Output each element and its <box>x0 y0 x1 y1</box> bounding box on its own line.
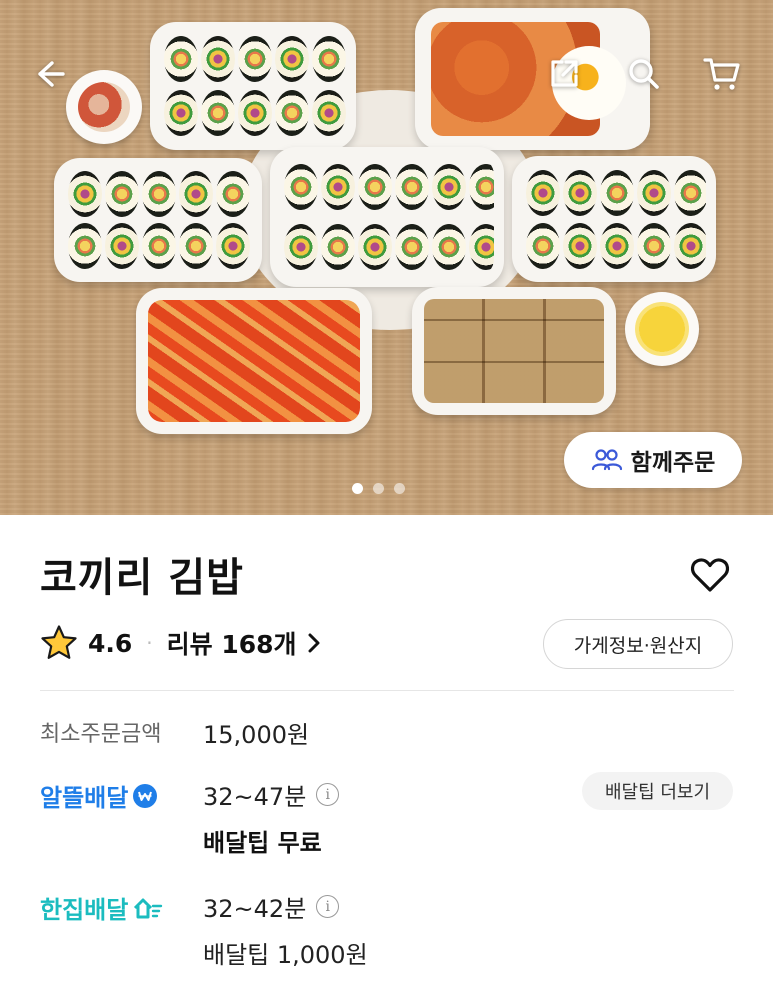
store-name: 코끼리 김밥 <box>40 555 244 601</box>
back-arrow-icon[interactable] <box>27 52 71 96</box>
delivery-option-single-badge: 한집배달 <box>40 890 163 925</box>
carousel-dot-1[interactable] <box>352 483 363 494</box>
food-plate-fried-dumplings <box>412 287 616 415</box>
cart-icon[interactable] <box>700 52 744 96</box>
carousel-dot-3[interactable] <box>394 483 405 494</box>
info-icon[interactable]: i <box>316 895 340 918</box>
delivery-option-single-time-row: 32~42분 i <box>203 889 340 924</box>
min-order-value: 15,000원 <box>203 721 310 749</box>
reviews-link[interactable]: 리뷰 168개 <box>167 625 321 661</box>
house-speed-icon <box>133 897 163 919</box>
reviews-label: 리뷰 168개 <box>166 630 297 659</box>
store-info-origin-button[interactable]: 가게정보·원산지 <box>543 619 733 669</box>
search-icon[interactable] <box>622 52 666 96</box>
delivery-option-single-fee: 배달팁 1,000원 <box>203 941 368 969</box>
separator-dot: · <box>146 631 153 655</box>
delivery-option-saver-time: 32~47분 <box>203 783 307 811</box>
delivery-option-single-time: 32~42분 <box>203 895 307 923</box>
delivery-tips-more-button[interactable]: 배달팁 더보기 <box>582 772 733 810</box>
people-group-icon <box>591 448 623 472</box>
saver-coin-icon <box>133 783 158 808</box>
food-plate-kimbap-right <box>512 156 716 282</box>
rating-row: 4.6 · 리뷰 168개 <box>40 620 321 666</box>
rating-score: 4.6 <box>88 628 133 658</box>
min-order-label: 최소주문금액 <box>40 722 162 747</box>
together-order-label: 함께주문 <box>630 450 716 476</box>
food-plate-kimbap-center <box>270 147 504 287</box>
delivery-option-saver-name: 알뜰배달 <box>40 784 129 812</box>
favorite-heart-icon[interactable] <box>686 553 734 597</box>
section-divider <box>40 690 734 691</box>
star-icon <box>40 624 78 662</box>
food-plate-kimbap-top <box>150 22 356 150</box>
chevron-right-icon <box>307 632 321 654</box>
food-plate-fried-rice <box>415 8 650 150</box>
carousel-indicator <box>352 483 405 494</box>
food-bowl-kimchi <box>66 70 142 144</box>
share-icon[interactable] <box>542 52 586 96</box>
carousel-dot-2[interactable] <box>373 483 384 494</box>
together-order-button[interactable]: 함께주문 <box>564 432 742 488</box>
food-plate-tteokbokki <box>136 288 372 434</box>
info-icon[interactable]: i <box>316 783 340 806</box>
delivery-option-saver-time-row: 32~47분 i <box>203 777 340 812</box>
delivery-option-single-name: 한집배달 <box>40 896 129 924</box>
store-hero-image: 함께주문 <box>0 0 773 515</box>
food-plate-kimbap-left <box>54 158 262 282</box>
delivery-option-saver-fee: 배달팁 무료 <box>203 829 322 857</box>
delivery-option-saver-badge: 알뜰배달 <box>40 778 158 813</box>
food-bowl-pickled-radish <box>625 292 699 366</box>
